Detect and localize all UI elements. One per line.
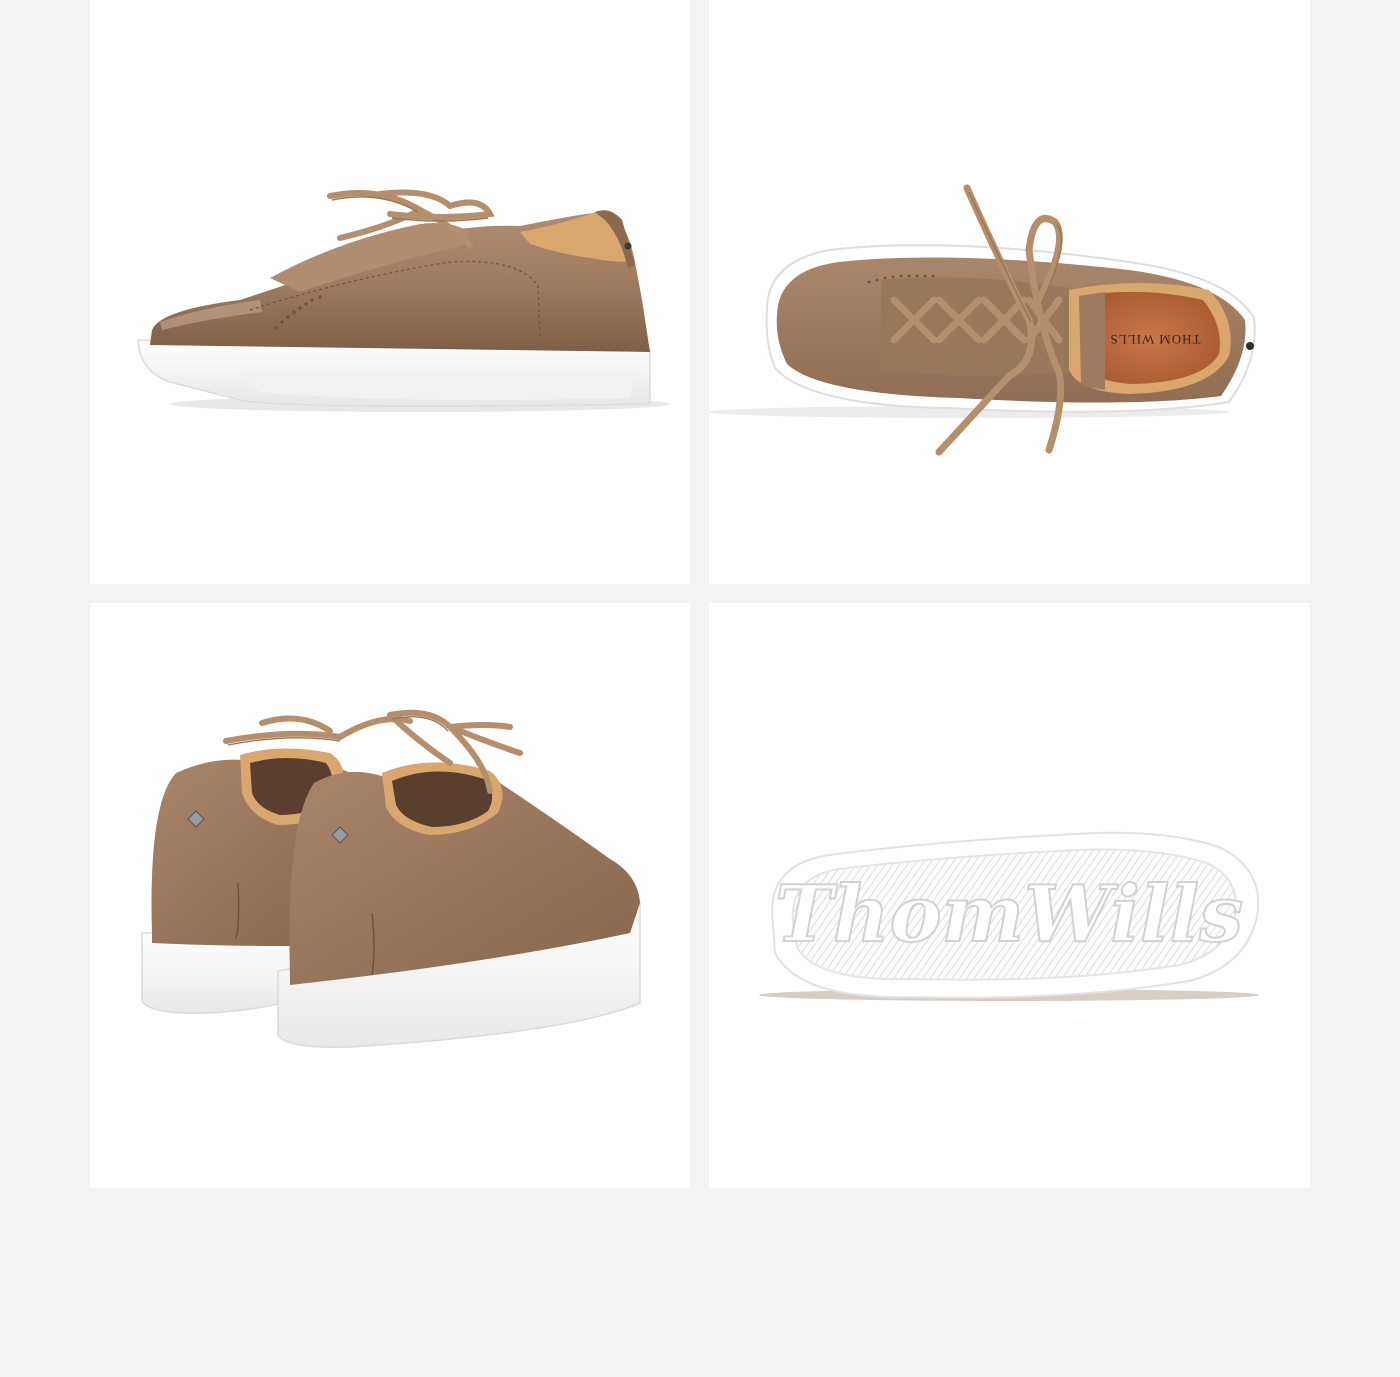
sole-brand-logo: ThomWills xyxy=(775,869,1243,960)
product-image-side-view[interactable] xyxy=(90,0,690,584)
sneaker-top-illustration: THOM WILLS xyxy=(709,184,1256,456)
sneaker-side-illustration xyxy=(137,189,670,412)
sneaker-pair-back-illustration xyxy=(141,709,641,1048)
insole-brand-text: THOM WILLS xyxy=(1109,332,1200,347)
sneaker-outsole-illustration: ThomWills xyxy=(759,831,1260,1001)
product-image-back-view[interactable] xyxy=(90,603,690,1188)
product-image-top-view[interactable]: THOM WILLS xyxy=(709,0,1310,584)
product-image-sole-view[interactable]: ThomWills xyxy=(709,603,1310,1188)
